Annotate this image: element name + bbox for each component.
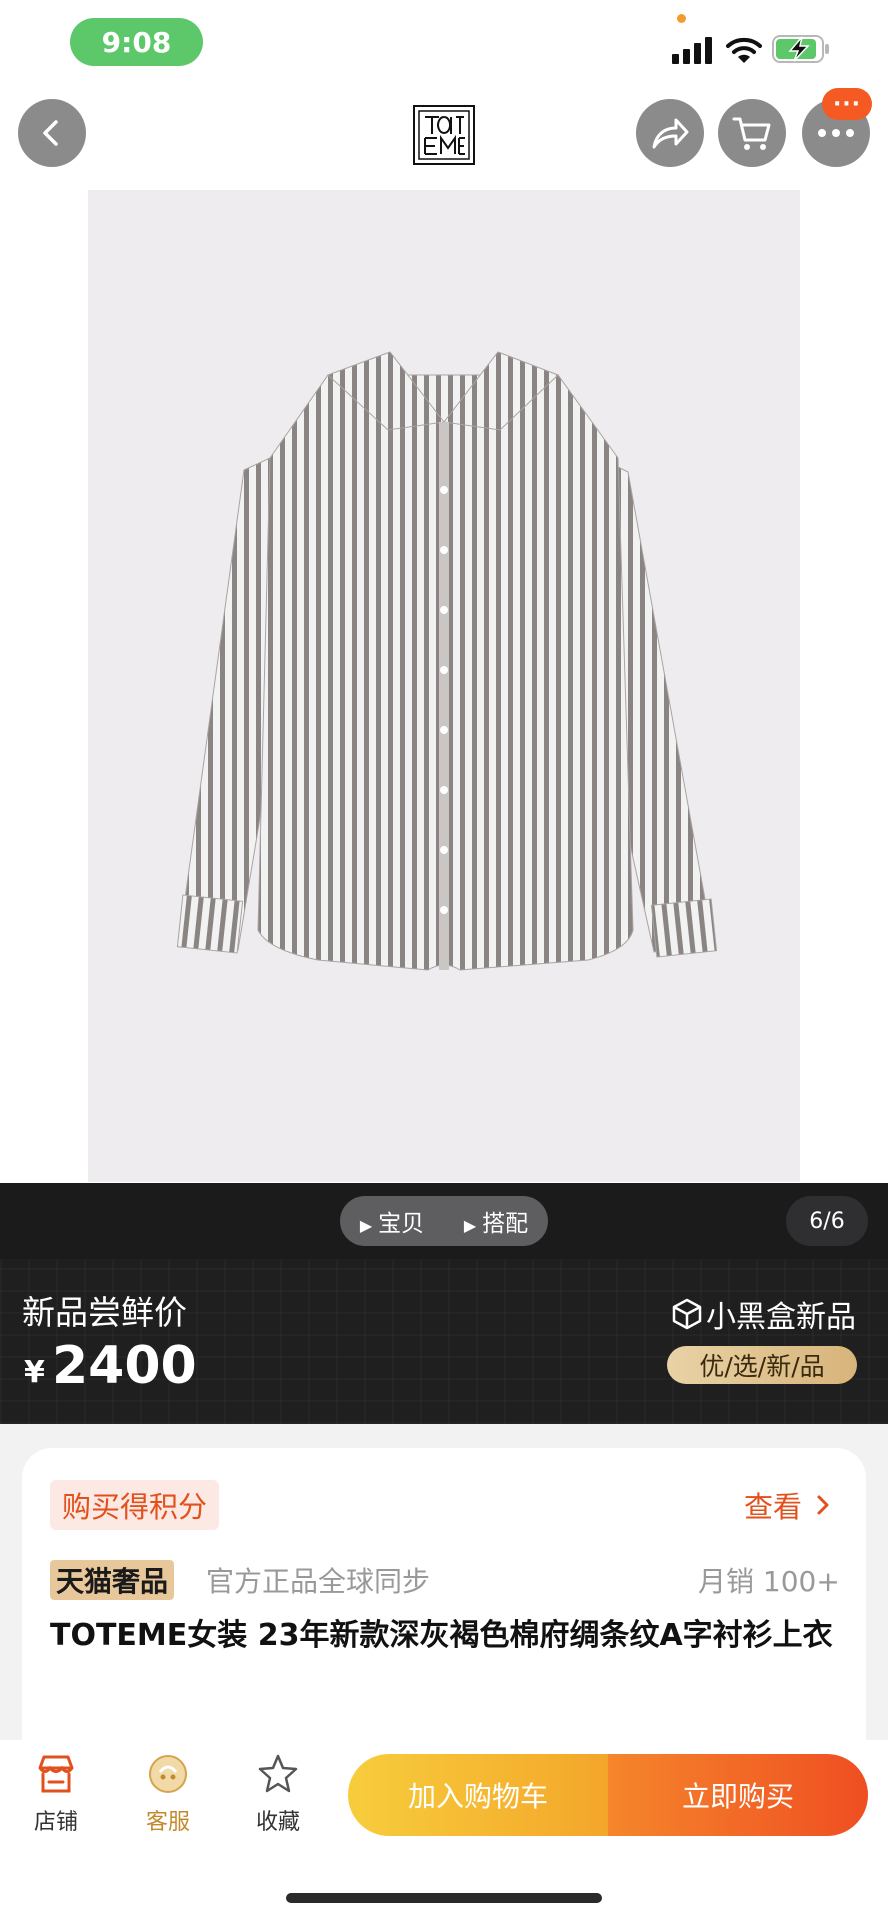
media-tab-switch[interactable]: ▶ 宝贝 ▶ 搭配 xyxy=(340,1196,548,1246)
status-time: 9:08 xyxy=(70,18,203,66)
price-label: 新品尝鲜价 xyxy=(22,1293,187,1332)
home-indicator[interactable] xyxy=(286,1893,602,1903)
shopping-cart-icon xyxy=(732,117,771,150)
chevron-right-icon xyxy=(817,1495,829,1515)
official-guarantee-text: 官方正品全球同步 xyxy=(206,1565,431,1598)
striped-shirt-illustration xyxy=(176,351,718,971)
more-notification-badge: ··· xyxy=(822,88,872,120)
cart-button[interactable] xyxy=(718,99,786,167)
share-arrow-icon xyxy=(652,118,689,149)
star-icon xyxy=(258,1754,298,1793)
share-button[interactable] xyxy=(636,99,704,167)
battery-charging-icon xyxy=(772,35,829,63)
points-badge: 购买得积分 xyxy=(50,1480,220,1530)
back-button[interactable] xyxy=(18,99,86,167)
monthly-sales: 月销 100+ xyxy=(698,1565,840,1598)
tmall-luxury-badge: 天猫奢品 xyxy=(50,1560,175,1600)
channel-label: 小黑盒新品 xyxy=(672,1292,856,1336)
store-button[interactable]: 店铺 xyxy=(16,1752,96,1836)
play-icon: ▶ xyxy=(463,1216,477,1235)
currency-symbol: ¥ xyxy=(24,1355,45,1390)
customer-service-button[interactable]: 客服 xyxy=(128,1752,208,1836)
customer-service-icon xyxy=(149,1755,187,1793)
favorite-button[interactable]: 收藏 xyxy=(238,1752,318,1836)
add-to-cart-button[interactable]: 加入购物车 xyxy=(348,1754,608,1836)
cellular-signal-icon xyxy=(672,37,712,64)
more-dots-icon xyxy=(818,129,854,137)
brand-logo xyxy=(413,105,475,165)
tab-item-video[interactable]: ▶ 宝贝 xyxy=(360,1204,424,1238)
product-title: TOTEME女装 23年新款深灰褐色棉府绸条纹A字衬衫上衣 xyxy=(50,1618,833,1653)
tab-outfit-video[interactable]: ▶ 搭配 xyxy=(464,1204,528,1238)
view-points-link[interactable]: 查看 xyxy=(744,1484,830,1526)
image-counter: 6/6 xyxy=(786,1196,868,1246)
cube-icon xyxy=(672,1298,702,1330)
wifi-icon xyxy=(726,37,762,63)
channel-tag: 优/选/新/品 xyxy=(667,1346,857,1384)
chevron-left-icon xyxy=(43,120,58,146)
buy-now-button[interactable]: 立即购买 xyxy=(608,1754,868,1836)
price-value: 2400 xyxy=(52,1336,197,1396)
play-icon: ▶ xyxy=(359,1216,373,1235)
privacy-indicator-dot xyxy=(677,14,686,23)
store-icon xyxy=(38,1755,74,1793)
product-image[interactable] xyxy=(88,190,800,1182)
